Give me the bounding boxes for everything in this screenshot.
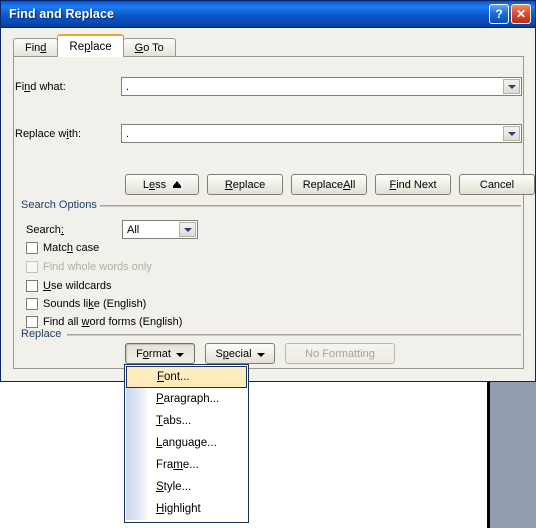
menu-item-style[interactable]: Style... bbox=[125, 476, 248, 498]
tab-strip: Fin d Re p lace Go To bbox=[1, 34, 535, 57]
menu-item-frame[interactable]: Fra m e... bbox=[125, 454, 248, 476]
checkbox-find-all-word-forms-label: Find all word forms (English) bbox=[43, 315, 183, 328]
checkbox-box bbox=[26, 260, 38, 273]
checkbox-box[interactable] bbox=[26, 315, 38, 328]
help-icon[interactable]: ? bbox=[489, 4, 509, 24]
replace-group-label: Replace bbox=[18, 328, 65, 340]
replace-with-dropdown-arrow[interactable] bbox=[503, 126, 520, 141]
checkbox-sounds-like[interactable]: Sounds like (English) bbox=[26, 296, 146, 311]
tab-go-to[interactable]: Go To bbox=[122, 38, 176, 57]
find-next-button[interactable]: Find Next bbox=[375, 174, 451, 195]
tab-replace-label: Re bbox=[69, 40, 85, 53]
checkbox-find-whole-words-only-label: Find whole words only bbox=[43, 260, 152, 273]
find-what-label: Find what: bbox=[15, 80, 66, 93]
checkbox-match-case-label: Match case bbox=[43, 241, 100, 254]
search-scope-value: All bbox=[127, 223, 140, 236]
replace-button[interactable]: Replace bbox=[207, 174, 283, 195]
checkbox-find-whole-words-only: Find whole words only bbox=[26, 259, 152, 274]
checkbox-box[interactable] bbox=[26, 279, 38, 292]
search-options-group-label: Search Options bbox=[18, 199, 100, 211]
replace-all-button[interactable]: Replace All bbox=[291, 174, 367, 195]
search-scope-row: Search: All bbox=[26, 220, 198, 239]
menu-item-font[interactable]: Font... bbox=[126, 366, 247, 388]
format-button[interactable]: Fo rmat bbox=[125, 343, 195, 364]
replace-with-label: Replace with: bbox=[15, 127, 82, 140]
checkbox-find-all-word-forms[interactable]: Find all word forms (English) bbox=[26, 314, 182, 329]
cancel-button[interactable]: Cancel bbox=[459, 174, 535, 195]
checkbox-box[interactable] bbox=[26, 297, 38, 310]
search-scope-label: Search: bbox=[26, 223, 64, 236]
close-icon[interactable]: ✕ bbox=[511, 4, 531, 24]
titlebar-buttons: ? ✕ bbox=[489, 4, 531, 24]
menu-item-tabs[interactable]: Tabs... bbox=[125, 410, 248, 432]
find-what-dropdown-arrow[interactable] bbox=[503, 79, 520, 94]
menu-item-highlight[interactable]: Highlight bbox=[125, 498, 248, 520]
tab-find-label: Fin bbox=[25, 42, 41, 54]
checkbox-sounds-like-label: Sounds like (English) bbox=[43, 297, 147, 310]
checkbox-use-wildcards-label: Use wildcards bbox=[43, 279, 112, 292]
replace-with-row: Replace with: . bbox=[15, 124, 522, 143]
find-what-row: Find what: . bbox=[15, 77, 522, 96]
menu-item-paragraph[interactable]: Paragraph... bbox=[125, 388, 248, 410]
find-what-value: . bbox=[126, 80, 130, 93]
dialog-title: Find and Replace bbox=[9, 7, 115, 21]
search-scope-dropdown-arrow[interactable] bbox=[179, 222, 196, 237]
tab-go-to-label: o To bbox=[143, 42, 164, 54]
tab-find[interactable]: Fin d bbox=[13, 38, 59, 57]
tab-find-accel: d bbox=[40, 42, 47, 54]
menu-item-language[interactable]: Language... bbox=[125, 432, 248, 454]
collapse-arrow-icon bbox=[173, 181, 182, 188]
special-button[interactable]: Sp ecial bbox=[205, 343, 275, 364]
format-button-row: Fo rmat Sp ecial No Formatting bbox=[125, 343, 395, 364]
chevron-down-icon bbox=[183, 227, 192, 232]
search-options-group-line bbox=[99, 205, 521, 207]
chevron-down-icon bbox=[256, 352, 265, 357]
tab-go-to-accel: G bbox=[134, 42, 144, 54]
chevron-down-icon bbox=[507, 131, 516, 136]
replace-group-line bbox=[67, 334, 521, 336]
checkbox-box[interactable] bbox=[26, 241, 38, 254]
find-and-replace-dialog: Find and Replace ? ✕ Fin d Re p lace Go To … bbox=[0, 0, 536, 382]
tab-replace[interactable]: Re p lace bbox=[57, 34, 124, 57]
format-dropdown-menu: Font... Paragraph... Tabs... Language...… bbox=[124, 364, 249, 523]
replace-with-input[interactable]: . bbox=[121, 124, 522, 143]
replace-with-value: . bbox=[126, 127, 130, 140]
search-scope-select[interactable]: All bbox=[122, 220, 198, 239]
find-what-input[interactable]: . bbox=[121, 77, 522, 96]
dialog-button-row: Le ss Replace Replace All Find Next Cance… bbox=[125, 174, 535, 195]
dialog-titlebar: Find and Replace ? ✕ bbox=[1, 1, 535, 28]
checkbox-match-case[interactable]: Match case bbox=[26, 240, 99, 255]
chevron-down-icon bbox=[175, 352, 184, 357]
chevron-down-icon bbox=[507, 84, 516, 89]
less-button[interactable]: Le ss bbox=[125, 174, 199, 195]
no-formatting-button: No Formatting bbox=[285, 343, 395, 364]
checkbox-use-wildcards[interactable]: Use wildcards bbox=[26, 278, 111, 293]
page-right-panel bbox=[490, 380, 536, 528]
active-tab-seam bbox=[58, 55, 123, 57]
